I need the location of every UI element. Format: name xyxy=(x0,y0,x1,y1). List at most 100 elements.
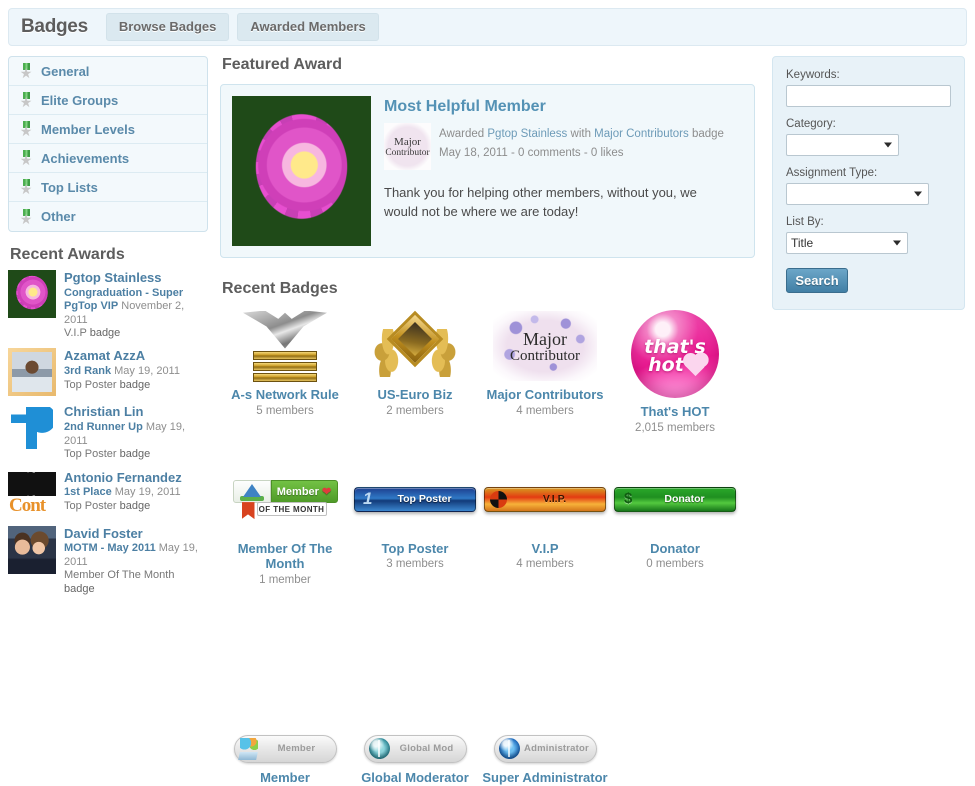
badge-cell[interactable]: Donator Donator 0 members xyxy=(610,462,740,586)
recent-award-name[interactable]: MOTM - May 2011 xyxy=(64,542,156,554)
avatar xyxy=(8,469,56,518)
badge-cell[interactable]: Major Contributor Major Contributors 4 m… xyxy=(480,308,610,434)
badge-name[interactable]: That's HOT xyxy=(610,404,740,420)
sidebar-item-elite-groups[interactable]: ★ Elite Groups xyxy=(9,86,207,115)
recent-award-badge[interactable]: Top Poster xyxy=(64,448,117,460)
badge-art xyxy=(220,308,350,383)
category-select[interactable] xyxy=(786,134,899,156)
assignment-type-select[interactable] xyxy=(786,183,929,205)
meta-date-comments-likes: May 18, 2011 - 0 comments - 0 likes xyxy=(439,146,624,159)
badge-cell[interactable]: Member ❤ OF THE MONTH Member Of The Mont… xyxy=(220,462,350,586)
recent-award-name[interactable]: 2nd Runner Up xyxy=(64,421,143,433)
featured-award-meta: Awarded Pgtop Stainless with Major Contr… xyxy=(439,123,724,170)
list-item[interactable]: Christian Lin 2nd Runner Up May 19, 2011… xyxy=(8,404,208,461)
recent-award-user[interactable]: Christian Lin xyxy=(64,404,208,420)
tab-awarded-members[interactable]: Awarded Members xyxy=(237,13,379,41)
sidebar-item-other[interactable]: ★ Other xyxy=(9,202,207,231)
badge-cell[interactable]: A-s Network Rule 5 members xyxy=(220,308,350,434)
list-item[interactable]: David Foster MOTM - May 2011 May 19, 201… xyxy=(8,525,208,596)
recent-award-user[interactable]: Pgtop Stainless xyxy=(64,270,208,286)
recent-award-badge[interactable]: Top Poster xyxy=(64,500,117,512)
major-contributor-cloud-icon: Major Contributor xyxy=(493,310,597,381)
featured-award-meta-row: Major Contributor Awarded Pgtop Stainles… xyxy=(384,123,734,170)
badge-cell[interactable]: US-Euro Biz 2 members xyxy=(350,308,480,434)
search-button[interactable]: Search xyxy=(786,268,848,293)
recent-award-badge-suffix: badge xyxy=(89,327,121,340)
recent-award-badge-suffix: badge xyxy=(119,448,151,461)
badge-name[interactable]: Member Of The Month xyxy=(220,541,350,572)
pill-text: Donator xyxy=(664,493,705,506)
gold-laurel-diamond-icon xyxy=(373,310,457,381)
major-contributor-badge-icon: Major Contributor xyxy=(384,123,431,170)
list-item[interactable]: Pgtop Stainless Congraduation - Super Pg… xyxy=(8,270,208,340)
tab-browse-badges[interactable]: Browse Badges xyxy=(105,13,230,41)
sidebar-item-label: Achievements xyxy=(41,150,130,166)
recent-award-badge-suffix: badge xyxy=(119,378,151,391)
badge-thumb-line2: Contributor xyxy=(385,148,430,158)
chevron-down-icon xyxy=(914,191,922,197)
recent-award-text: Pgtop Stainless Congraduation - Super Pg… xyxy=(64,270,208,340)
badge-art: Member xyxy=(220,732,350,766)
target-icon xyxy=(488,490,510,509)
badge-name[interactable]: V.I.P xyxy=(480,541,610,557)
badge-cell[interactable]: Global Mod Global Moderator 3 members xyxy=(350,732,480,786)
badge-grid: A-s Network Rule 5 members US-Euro Biz 2… xyxy=(220,308,755,786)
list-by-select[interactable]: Title xyxy=(786,232,908,254)
badge-cell[interactable]: V.I.P. V.I.P 4 members xyxy=(480,462,610,586)
motm-pill-text: Member xyxy=(276,486,319,499)
list-item[interactable]: Azamat AzzA 3rd Rank May 19, 2011 Top Po… xyxy=(8,348,208,397)
recent-award-user[interactable]: Azamat AzzA xyxy=(64,348,180,364)
chevron-down-icon xyxy=(884,142,892,148)
sidebar-item-achievements[interactable]: ★ Achievements xyxy=(9,144,207,173)
search-panel: Keywords: Category: Assignment Type: Lis… xyxy=(772,56,965,310)
sidebar-item-top-lists[interactable]: ★ Top Lists xyxy=(9,173,207,202)
sidebar-item-label: Elite Groups xyxy=(41,92,119,108)
pill-text: Administrator xyxy=(524,743,589,755)
rank-one-icon xyxy=(358,489,380,509)
chevron-down-icon xyxy=(893,240,901,246)
orange-pill-icon: V.I.P. xyxy=(484,486,606,512)
meta-user-link[interactable]: Pgtop Stainless xyxy=(487,128,567,140)
avatar xyxy=(8,404,56,453)
badge-name[interactable]: Donator xyxy=(610,541,740,557)
badge-art: V.I.P. xyxy=(480,462,610,537)
badge-cell[interactable]: that's hot That's HOT 2,015 members xyxy=(610,308,740,434)
grey-pill-balloons-icon: Member xyxy=(233,734,337,763)
badge-name[interactable]: Global Moderator xyxy=(350,770,480,786)
badge-member-count: 2,015 members xyxy=(635,421,715,434)
badge-art: that's hot xyxy=(610,308,740,400)
badge-cell[interactable]: Top Poster Top Poster 3 members xyxy=(350,462,480,586)
recent-award-user[interactable]: Antonio Fernandez xyxy=(64,470,182,486)
recent-award-badge-suffix: badge xyxy=(119,499,151,512)
recent-award-badge-suffix: badge xyxy=(64,582,95,595)
badge-name[interactable]: A-s Network Rule xyxy=(220,387,350,403)
recent-award-name[interactable]: 1st Place xyxy=(64,486,112,498)
badge-name[interactable]: US-Euro Biz xyxy=(350,387,480,403)
featured-award-title[interactable]: Most Helpful Member xyxy=(384,98,734,116)
badge-member-count: 5 members xyxy=(256,404,314,417)
featured-award-heading: Featured Award xyxy=(222,56,343,73)
recent-award-badge[interactable]: V.I.P xyxy=(64,327,87,339)
featured-award-body: Most Helpful Member Major Contributor Aw… xyxy=(384,96,734,246)
search-input[interactable] xyxy=(786,85,951,107)
badge-cell[interactable]: Member Member 1,043 members xyxy=(220,732,350,786)
recent-award-badge[interactable]: Member Of The Month xyxy=(64,569,174,581)
pill-text: Member xyxy=(277,743,316,755)
badge-name[interactable]: Super Administrator xyxy=(480,770,610,786)
featured-award-card[interactable]: Most Helpful Member Major Contributor Aw… xyxy=(220,84,755,258)
meta-badge-link[interactable]: Major Contributors xyxy=(594,128,689,140)
badge-art: Major Contributor xyxy=(480,308,610,383)
badge-name[interactable]: Top Poster xyxy=(350,541,480,557)
badge-cell[interactable]: Administrator Super Administrator 1 memb… xyxy=(480,732,610,786)
recent-award-badge[interactable]: Top Poster xyxy=(64,379,117,391)
recent-award-user[interactable]: David Foster xyxy=(64,526,208,542)
badge-name[interactable]: Major Contributors xyxy=(480,387,610,403)
badge-member-count: 3 members xyxy=(386,558,444,571)
sidebar-item-member-levels[interactable]: ★ Member Levels xyxy=(9,115,207,144)
sidebar-item-general[interactable]: ★ General xyxy=(9,57,207,86)
list-item[interactable]: Antonio Fernandez 1st Place May 19, 2011… xyxy=(8,469,208,518)
balloons-icon xyxy=(236,736,262,762)
recent-award-name[interactable]: 3rd Rank xyxy=(64,365,111,377)
badge-name[interactable]: Member xyxy=(220,770,350,786)
badge-thumb-line1: Major xyxy=(394,136,421,148)
